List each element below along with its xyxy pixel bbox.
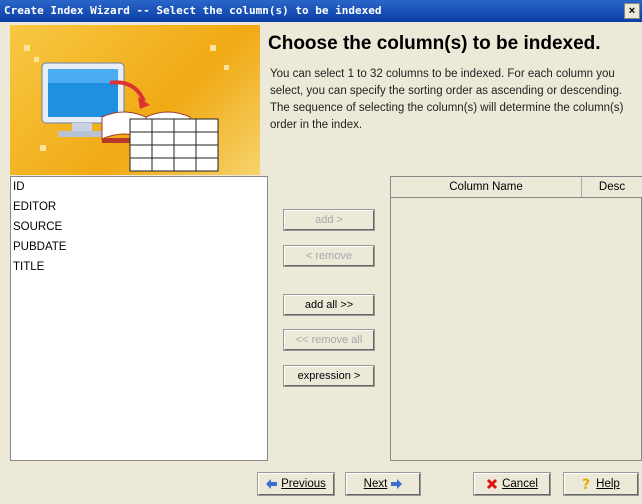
right-arrow-icon	[391, 478, 403, 489]
help-question-icon: ?	[582, 477, 590, 490]
list-item[interactable]: PUBDATE	[11, 237, 267, 257]
next-button[interactable]: Next	[345, 472, 421, 496]
title-bar: Create Index Wizard -- Select the column…	[0, 0, 642, 22]
wizard-illustration	[10, 25, 260, 175]
next-label: Next	[363, 478, 388, 490]
list-item[interactable]: SOURCE	[11, 217, 267, 237]
previous-button[interactable]: Previous	[257, 472, 335, 496]
expression-button[interactable]: expression >	[283, 365, 375, 387]
add-button[interactable]: add >	[283, 209, 375, 231]
page-description: You can select 1 to 32 columns to be ind…	[270, 68, 624, 131]
previous-label: Previous	[281, 478, 326, 490]
remove-button[interactable]: < remove	[283, 245, 375, 267]
column-name-header[interactable]: Column Name	[391, 177, 582, 197]
list-item[interactable]: EDITOR	[11, 197, 267, 217]
cancel-x-icon	[487, 478, 498, 490]
wizard-illustration-icon	[24, 45, 229, 172]
page-heading: Choose the column(s) to be indexed.	[268, 33, 601, 54]
window-title: Create Index Wizard -- Select the column…	[4, 4, 382, 17]
list-item[interactable]: TITLE	[11, 257, 267, 277]
list-item[interactable]: ID	[11, 177, 267, 197]
help-label: Help	[596, 478, 620, 490]
svg-text:?: ?	[582, 477, 590, 490]
help-button[interactable]: ? Help	[563, 472, 639, 496]
left-arrow-icon	[266, 478, 278, 489]
cancel-label: Cancel	[502, 478, 538, 490]
desc-header[interactable]: Desc	[582, 177, 642, 197]
add-all-button[interactable]: add all >>	[283, 294, 375, 316]
remove-all-button[interactable]: << remove all	[283, 329, 375, 351]
selected-columns-table[interactable]: Column Name Desc	[390, 176, 642, 461]
table-header: Column Name Desc	[391, 177, 642, 198]
close-button[interactable]: ×	[624, 3, 640, 19]
available-columns-list[interactable]: ID EDITOR SOURCE PUBDATE TITLE	[10, 176, 268, 461]
cancel-button[interactable]: Cancel	[473, 472, 551, 496]
